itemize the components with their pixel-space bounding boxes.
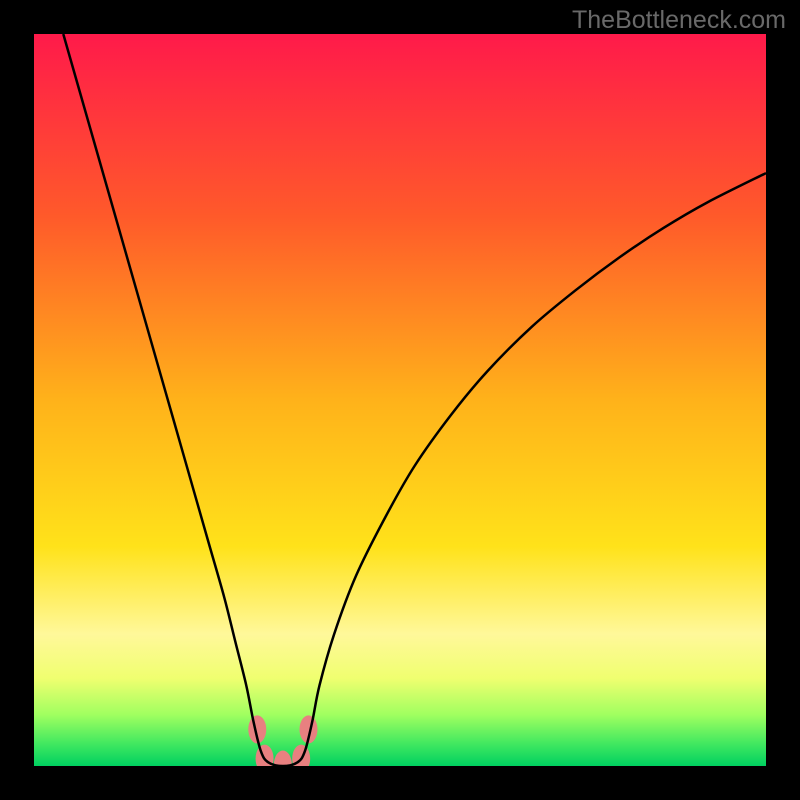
chart-plot-area [34, 34, 766, 766]
chart-background [34, 34, 766, 766]
chart-svg [34, 34, 766, 766]
watermark-text: TheBottleneck.com [572, 6, 786, 35]
